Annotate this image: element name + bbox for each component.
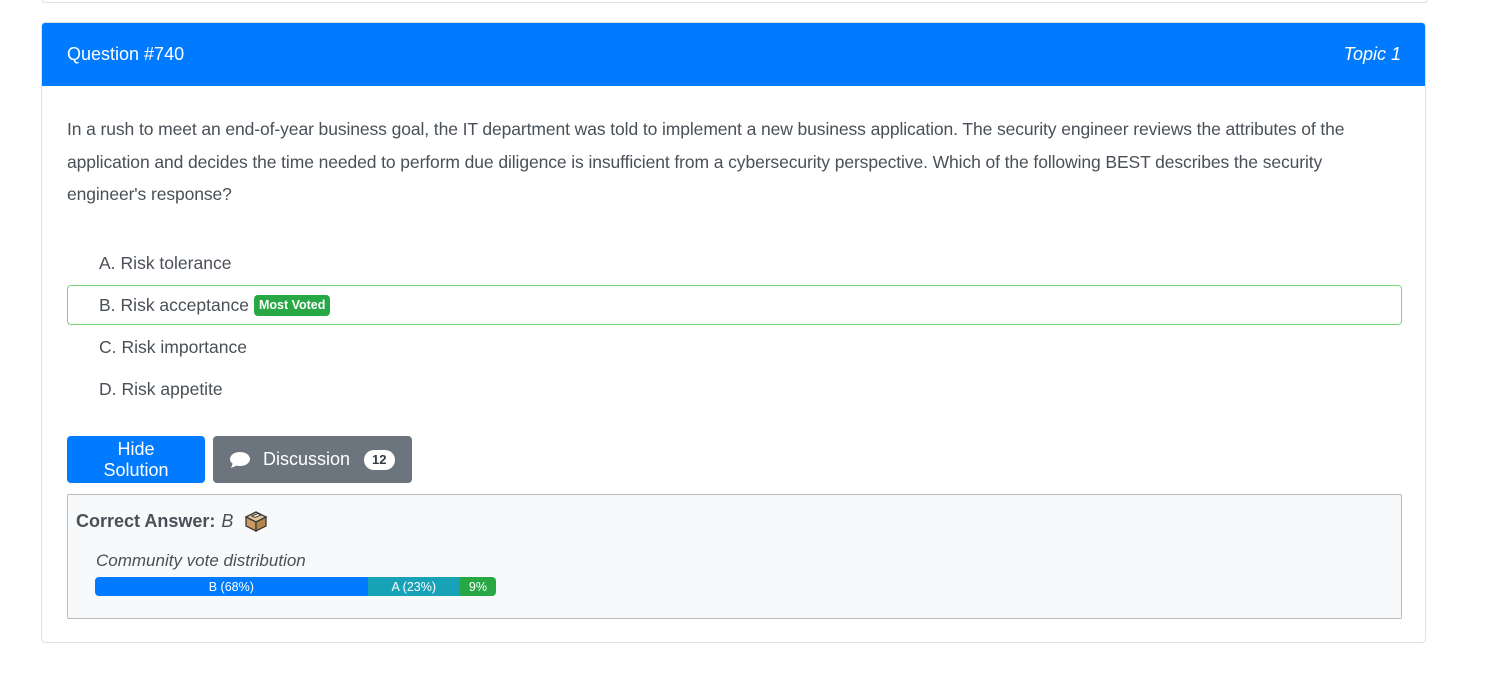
choice-text: Risk appetite (121, 378, 223, 399)
previous-question-card-edge (41, 0, 1428, 3)
choice-letter: C. (99, 336, 117, 357)
question-body: In a rush to meet an end-of-year busines… (42, 86, 1425, 211)
answer-choices: A. Risk tolerance B. Risk acceptance Mos… (67, 243, 1402, 411)
question-header: Question #740 Topic 1 (42, 23, 1425, 86)
question-text: In a rush to meet an end-of-year busines… (67, 119, 1345, 204)
choice-text: Risk tolerance (120, 252, 232, 273)
chat-bubble-icon (229, 451, 251, 469)
hide-solution-button[interactable]: Hide Solution (67, 436, 205, 483)
choice-letter: D. (99, 378, 117, 399)
choice-b[interactable]: B. Risk acceptance Most Voted (67, 285, 1402, 325)
topic-label: Topic 1 (1343, 44, 1401, 64)
correct-answer-line: Correct Answer: B (76, 509, 1393, 533)
question-number: Question #740 (67, 44, 185, 64)
correct-answer-value: B (221, 510, 234, 531)
vote-distribution-title: Community vote distribution (96, 551, 306, 570)
choice-d[interactable]: D. Risk appetite (67, 369, 1402, 409)
most-voted-badge: Most Voted (253, 294, 331, 316)
correct-answer-panel: Correct Answer: B Community vote distrib… (67, 494, 1402, 619)
vote-segment-a: A (23%) (367, 577, 460, 596)
question-card: Question #740 Topic 1 In a rush to meet … (41, 22, 1426, 643)
discussion-count-badge: 12 (364, 449, 395, 470)
vote-segment-other: 9% (459, 577, 496, 596)
choice-text: Risk acceptance (120, 294, 249, 315)
choice-letter: B. (99, 294, 116, 315)
question-actions: Hide Solution Discussion 12 (67, 436, 412, 483)
choice-c[interactable]: C. Risk importance (67, 327, 1402, 367)
vote-segment-b: B (68%) (95, 577, 368, 596)
choice-text: Risk importance (121, 336, 247, 357)
choice-letter: A. (99, 252, 116, 273)
discussion-button[interactable]: Discussion 12 (213, 436, 412, 483)
vote-distribution-bar: B (68%) A (23%) 9% (95, 577, 496, 596)
ballot-box-icon (243, 509, 269, 533)
correct-answer-label: Correct Answer: (76, 510, 216, 531)
choice-a[interactable]: A. Risk tolerance (67, 243, 1402, 283)
discussion-label: Discussion (263, 449, 351, 469)
